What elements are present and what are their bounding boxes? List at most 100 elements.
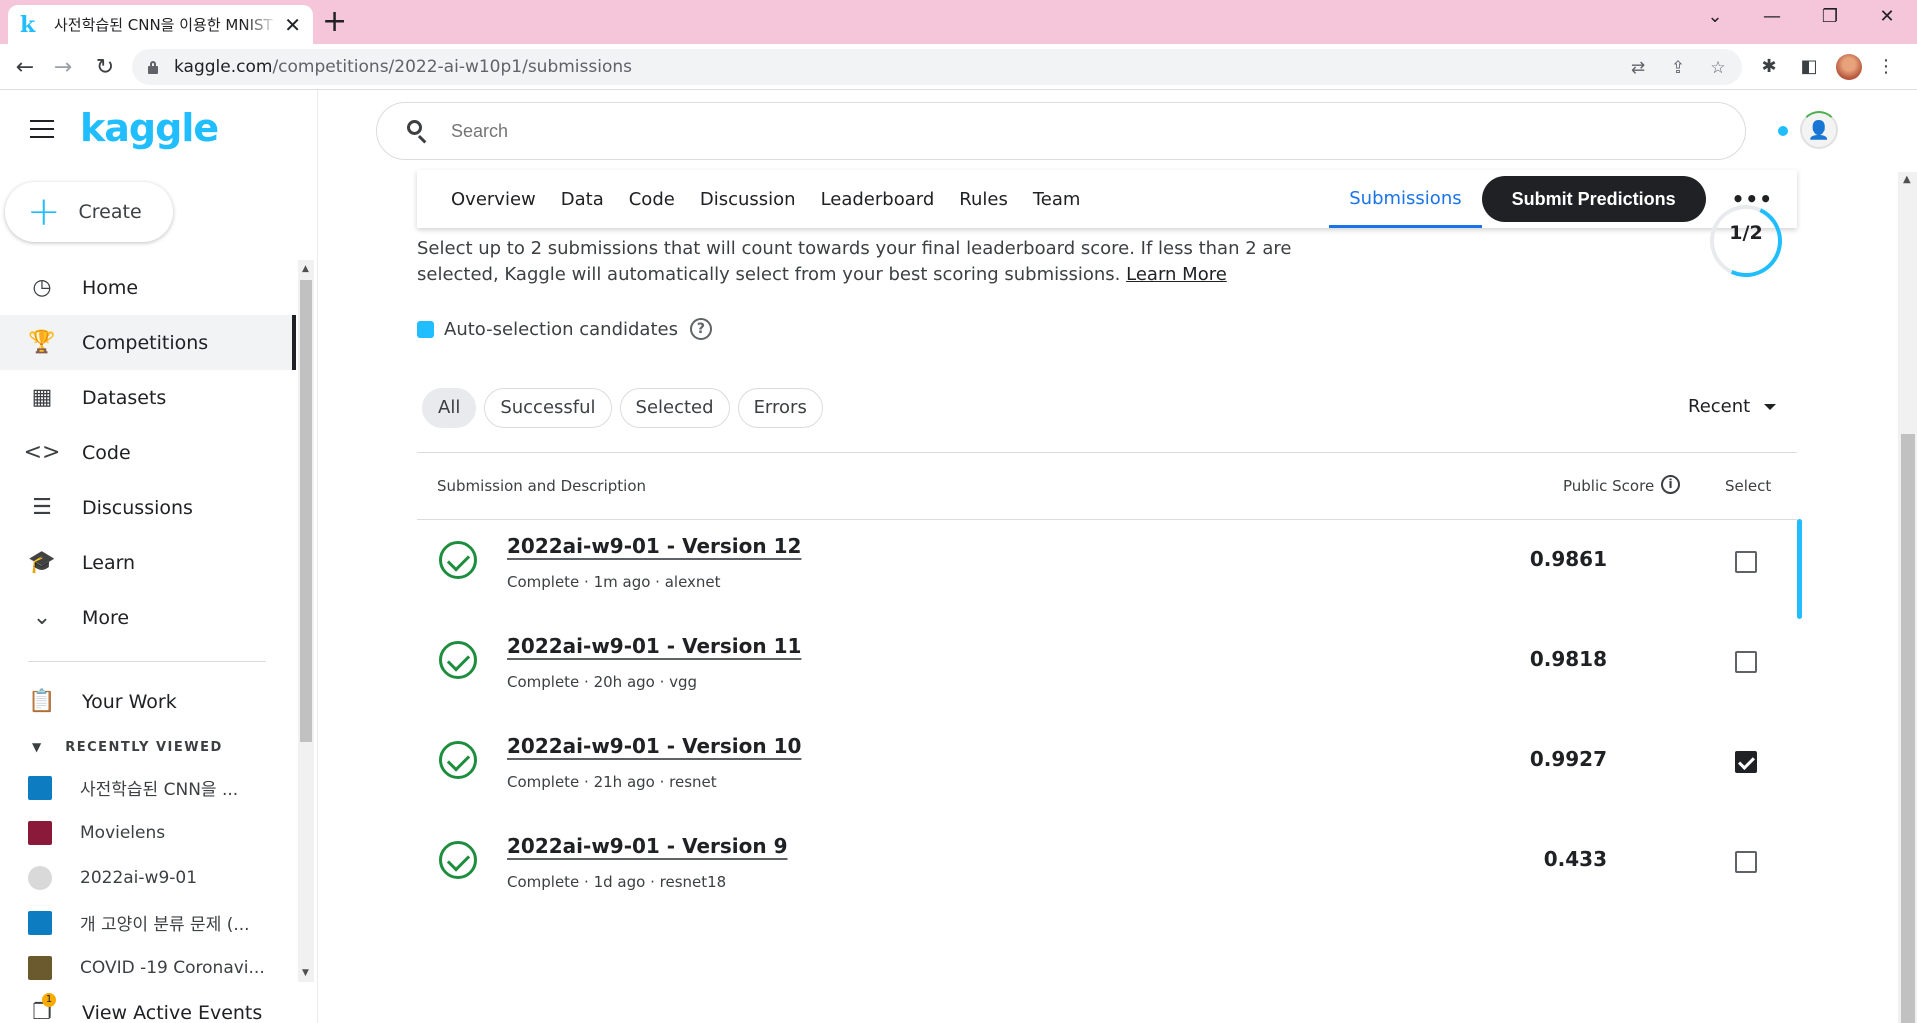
recent-item[interactable]: 2022ai-w9-01 xyxy=(0,855,296,900)
share-icon[interactable]: ⇪ xyxy=(1668,58,1688,78)
submit-predictions-button[interactable]: Submit Predictions xyxy=(1481,176,1706,222)
recent-item[interactable]: Movielens xyxy=(0,810,296,855)
sidebar-item-your-work[interactable]: 📋 Your Work xyxy=(0,674,296,729)
browser-menu-icon[interactable]: ⋮ xyxy=(1875,56,1897,78)
reload-button[interactable]: ↻ xyxy=(90,52,120,82)
forward-button[interactable]: → xyxy=(48,52,78,82)
clipboard-icon: 📋 xyxy=(28,689,56,714)
view-active-events[interactable]: ❐ 1 View Active Events xyxy=(0,990,296,1023)
create-button[interactable]: + Create xyxy=(5,182,173,242)
filter-selected[interactable]: Selected xyxy=(619,388,730,428)
minimize-window-button[interactable]: — xyxy=(1749,6,1795,34)
tab-submissions[interactable]: Submissions xyxy=(1329,170,1482,228)
recently-viewed-title: RECENTLY VIEWED xyxy=(65,739,223,755)
filter-successful[interactable]: Successful xyxy=(484,388,612,428)
bookmark-star-icon[interactable]: ☆ xyxy=(1708,58,1728,78)
tab-data[interactable]: Data xyxy=(561,189,604,210)
search-input[interactable] xyxy=(451,120,1651,142)
recent-item[interactable]: 개 고양이 분류 문제 (... xyxy=(0,900,296,945)
recent-item-label: Movielens xyxy=(80,822,166,843)
recent-item[interactable]: 사전학습된 CNN을 ... xyxy=(0,765,296,810)
profile-avatar[interactable] xyxy=(1836,54,1862,80)
restore-window-button[interactable]: ❐ xyxy=(1807,6,1853,34)
caret-down-icon xyxy=(1764,403,1777,410)
select-checkbox[interactable] xyxy=(1735,851,1757,873)
check-circle-icon xyxy=(439,541,477,579)
sidebar-item-datasets[interactable]: ▦ Datasets xyxy=(0,370,296,425)
url-path: /competitions/2022-ai-w10p1/submissions xyxy=(272,57,632,77)
recent-thumbnail xyxy=(28,910,52,935)
side-panel-icon[interactable]: ◧ xyxy=(1798,56,1820,78)
info-icon[interactable]: i xyxy=(1661,475,1680,494)
scroll-down-arrow-icon[interactable]: ▼ xyxy=(302,968,309,978)
new-submission-accent xyxy=(1797,519,1802,619)
select-checkbox[interactable] xyxy=(1735,551,1757,573)
tab-discussion[interactable]: Discussion xyxy=(700,189,796,210)
close-window-button[interactable]: ✕ xyxy=(1864,6,1910,34)
sidebar-item-home[interactable]: ◷ Home xyxy=(0,260,296,315)
back-button[interactable]: ← xyxy=(10,52,40,82)
sort-dropdown[interactable]: Recent xyxy=(1688,396,1777,417)
sidebar-item-discussions[interactable]: ☰ Discussions xyxy=(0,480,296,535)
submission-title-link[interactable]: 2022ai-w9-01 - Version 10 xyxy=(507,734,801,758)
sidebar-scrollbar-thumb[interactable] xyxy=(300,280,312,742)
learn-more-link[interactable]: Learn More xyxy=(1126,264,1227,285)
sidebar-item-code[interactable]: <> Code xyxy=(0,425,296,480)
browser-tab[interactable]: k 사전학습된 CNN을 이용한 MNIST ✕ xyxy=(8,5,313,44)
auto-selection-legend: Auto-selection candidates ? xyxy=(417,318,712,340)
submission-title-link[interactable]: 2022ai-w9-01 - Version 11 xyxy=(507,634,801,658)
site-search[interactable] xyxy=(376,102,1746,160)
sidebar-item-label: Discussions xyxy=(82,496,193,519)
table-row: 2022ai-w9-01 - Version 11 Complete · 20h… xyxy=(417,619,1797,719)
sidebar-item-competitions[interactable]: 🏆 Competitions xyxy=(0,315,296,370)
lock-icon[interactable] xyxy=(146,60,160,74)
recent-item[interactable]: COVID -19 Coronavi... xyxy=(0,945,296,990)
trophy-icon: 🏆 xyxy=(28,330,56,355)
tab-search-icon[interactable]: ⌄ xyxy=(1692,6,1738,34)
submission-title-link[interactable]: 2022ai-w9-01 - Version 12 xyxy=(507,534,801,558)
tab-leaderboard[interactable]: Leaderboard xyxy=(821,189,935,210)
new-tab-button[interactable]: + xyxy=(322,7,347,37)
check-circle-icon xyxy=(439,841,477,879)
sidebar-item-label: Your Work xyxy=(82,690,177,713)
tab-code[interactable]: Code xyxy=(629,189,675,210)
sidebar-item-label: Learn xyxy=(82,551,136,574)
help-icon[interactable]: ? xyxy=(689,318,712,340)
column-header-submission: Submission and Description xyxy=(437,477,646,495)
public-score: 0.9861 xyxy=(1529,547,1607,571)
select-checkbox[interactable] xyxy=(1735,651,1757,673)
sidebar-item-learn[interactable]: 🎓 Learn xyxy=(0,535,296,590)
hamburger-menu-icon[interactable] xyxy=(30,120,54,138)
tab-overview[interactable]: Overview xyxy=(451,189,536,210)
filter-all[interactable]: All xyxy=(422,388,477,428)
events-badge: 1 xyxy=(42,992,56,1007)
scroll-up-arrow-icon[interactable]: ▲ xyxy=(302,264,309,274)
recently-viewed-toggle[interactable]: ▼ RECENTLY VIEWED xyxy=(0,729,296,765)
select-checkbox-checked[interactable] xyxy=(1735,751,1757,773)
kaggle-logo[interactable]: kaggle xyxy=(80,106,219,150)
filter-errors[interactable]: Errors xyxy=(737,388,823,428)
scroll-up-arrow-icon[interactable]: ▲ xyxy=(1903,174,1911,185)
sort-label: Recent xyxy=(1688,396,1751,417)
sidebar-item-more[interactable]: ⌄ More xyxy=(0,590,296,645)
recent-thumbnail xyxy=(28,775,52,800)
close-tab-icon[interactable]: ✕ xyxy=(284,13,301,37)
sidebar-item-label: Datasets xyxy=(82,386,167,409)
sidebar-item-label: Code xyxy=(82,441,131,464)
page-scrollbar-thumb[interactable] xyxy=(1901,434,1915,1023)
tab-team[interactable]: Team xyxy=(1033,189,1081,210)
public-score: 0.433 xyxy=(1543,847,1607,871)
translate-icon[interactable]: ⇄ xyxy=(1628,58,1648,78)
sidebar-item-label: Competitions xyxy=(82,331,209,354)
notification-dot[interactable] xyxy=(1778,126,1788,136)
view-active-events-label: View Active Events xyxy=(82,1001,263,1023)
caret-down-icon: ▼ xyxy=(32,740,42,754)
tab-rules[interactable]: Rules xyxy=(959,189,1008,210)
table-row: 2022ai-w9-01 - Version 9 Complete · 1d a… xyxy=(417,819,1797,919)
public-score: 0.9927 xyxy=(1529,747,1607,771)
submission-title-link[interactable]: 2022ai-w9-01 - Version 9 xyxy=(507,834,788,858)
column-header-score[interactable]: Public Score xyxy=(1563,477,1654,495)
user-avatar[interactable]: 👤 xyxy=(1800,111,1838,149)
extensions-icon[interactable]: ✱ xyxy=(1758,56,1780,78)
address-bar[interactable]: kaggle.com/competitions/2022-ai-w10p1/su… xyxy=(132,49,1742,85)
